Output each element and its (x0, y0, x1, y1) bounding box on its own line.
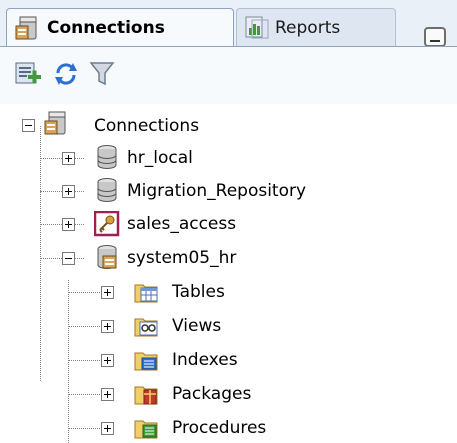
expand-toggle[interactable] (101, 286, 114, 299)
connections-db-icon (44, 111, 66, 135)
minimize-button[interactable] (424, 27, 446, 47)
connections-tree: Connections hr_local Migration_Repositor… (0, 104, 457, 443)
tree-node-packages[interactable]: Packages (172, 383, 251, 405)
procedures-folder-icon (134, 420, 158, 439)
packages-folder-icon (134, 386, 158, 405)
connected-db-icon (97, 245, 117, 269)
tree-node-views[interactable]: Views (172, 315, 221, 337)
expand-toggle[interactable] (101, 422, 114, 435)
table-folder-icon (134, 284, 158, 303)
expand-toggle[interactable] (101, 388, 114, 401)
tab-connections-label: Connections (47, 17, 165, 38)
tab-connections[interactable]: Connections (6, 8, 234, 46)
reports-icon (245, 16, 269, 38)
tree-node-indexes[interactable]: Indexes (172, 349, 238, 371)
add-connection-icon (15, 62, 41, 84)
collapse-toggle[interactable] (62, 252, 75, 265)
filter-button[interactable] (88, 60, 116, 88)
refresh-icon (55, 63, 77, 85)
tree-node-connections[interactable]: Connections (94, 115, 199, 137)
tree-guide (68, 280, 69, 443)
filter-icon (89, 62, 115, 86)
collapse-toggle[interactable] (22, 119, 35, 132)
indexes-folder-icon (134, 352, 158, 371)
tab-reports[interactable]: Reports (236, 8, 396, 46)
connections-db-icon (15, 16, 37, 39)
tree-guide (40, 126, 41, 381)
expand-toggle[interactable] (101, 354, 114, 367)
database-cylinder-icon (97, 178, 117, 202)
tree-node-migration-repository[interactable]: Migration_Repository (127, 180, 306, 202)
tab-reports-label: Reports (275, 17, 341, 38)
tree-node-sales-access[interactable]: sales_access (127, 213, 236, 235)
toolbar (0, 46, 457, 104)
new-connection-button[interactable] (14, 60, 42, 88)
views-folder-icon (134, 318, 158, 337)
expand-toggle[interactable] (62, 152, 75, 165)
minimize-icon (430, 40, 440, 42)
database-cylinder-icon (97, 145, 117, 169)
connections-panel: Connections Reports Connections hr_local… (0, 0, 457, 443)
refresh-button[interactable] (52, 60, 80, 88)
expand-toggle[interactable] (62, 218, 75, 231)
tree-node-hr-local[interactable]: hr_local (127, 147, 193, 169)
tree-node-procedures[interactable]: Procedures (172, 417, 266, 439)
expand-toggle[interactable] (62, 185, 75, 198)
tree-node-tables[interactable]: Tables (172, 281, 225, 303)
tree-node-system05-hr[interactable]: system05_hr (127, 247, 236, 269)
expand-toggle[interactable] (101, 320, 114, 333)
key-icon (94, 211, 120, 237)
